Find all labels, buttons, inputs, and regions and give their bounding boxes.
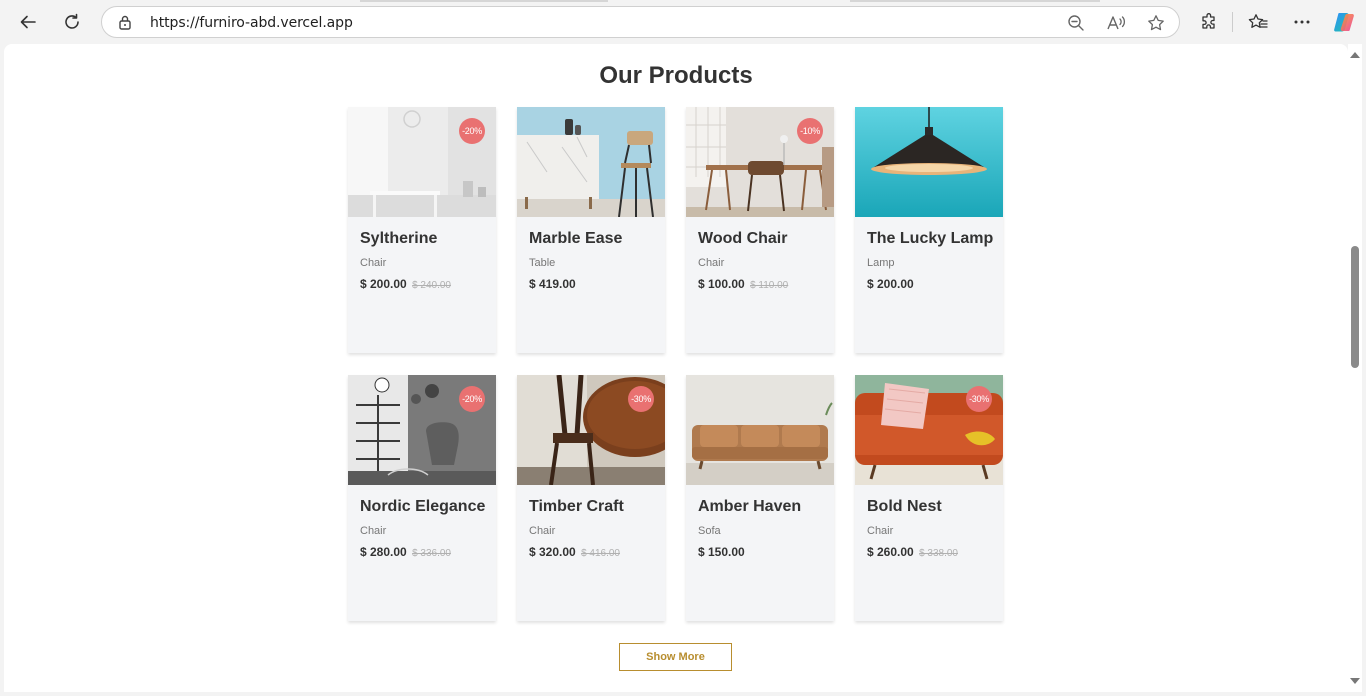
read-aloud-icon[interactable] — [1106, 13, 1126, 33]
product-card[interactable]: Amber Haven Sofa $ 150.00 — [686, 375, 834, 621]
favorites-button[interactable] — [1244, 8, 1272, 36]
product-price: $ 260.00 $ 338.00 — [867, 545, 958, 559]
copilot-icon — [1334, 13, 1354, 32]
tab-strip-edge — [360, 0, 608, 2]
refresh-icon — [65, 13, 79, 29]
product-name[interactable]: Syltherine — [360, 230, 437, 248]
current-price: $ 320.00 — [529, 545, 576, 559]
scroll-down-arrow-icon[interactable] — [1350, 678, 1360, 684]
discount-badge: -10% — [797, 118, 823, 144]
discount-badge: -30% — [628, 386, 654, 412]
current-price: $ 200.00 — [360, 277, 407, 291]
product-category: Table — [529, 257, 556, 269]
current-price: $ 100.00 — [698, 277, 745, 291]
product-price: $ 419.00 — [529, 277, 576, 291]
favorites-list-icon — [1248, 14, 1268, 28]
zoom-out-icon[interactable] — [1066, 13, 1086, 33]
old-price: $ 338.00 — [919, 548, 958, 559]
product-category: Sofa — [698, 525, 721, 537]
current-price: $ 260.00 — [867, 545, 914, 559]
product-name[interactable]: Timber Craft — [529, 498, 624, 516]
product-price: $ 100.00 $ 110.00 — [698, 277, 788, 291]
refresh-button[interactable] — [58, 8, 86, 36]
current-price: $ 200.00 — [867, 277, 914, 291]
product-card[interactable]: The Lucky Lamp Lamp $ 200.00 — [855, 107, 1003, 353]
current-price: $ 419.00 — [529, 277, 576, 291]
product-card[interactable]: -30% Timber Craft Chair $ 320.00 $ 416.0… — [517, 375, 665, 621]
product-card[interactable]: Marble Ease Table $ 419.00 — [517, 107, 665, 353]
product-card[interactable]: -20% Nordic Elegance Chair $ 280.00 $ 33… — [348, 375, 496, 621]
product-image[interactable] — [517, 107, 665, 217]
product-name[interactable]: Amber Haven — [698, 498, 801, 516]
old-price: $ 110.00 — [750, 280, 789, 291]
back-button[interactable] — [14, 8, 42, 36]
product-card[interactable]: -10% Wood Chair Chair $ 100.00 $ 110.00 — [686, 107, 834, 353]
puzzle-icon — [1202, 13, 1215, 29]
product-name[interactable]: Marble Ease — [529, 230, 622, 248]
browser-toolbar: https://furniro-abd.vercel.app — [0, 0, 1366, 44]
product-price: $ 200.00 — [867, 277, 914, 291]
product-price: $ 200.00 $ 240.00 — [360, 277, 451, 291]
url-text[interactable]: https://furniro-abd.vercel.app — [150, 15, 353, 31]
product-category: Chair — [529, 525, 556, 537]
product-image[interactable] — [686, 375, 834, 485]
discount-badge: -20% — [459, 386, 485, 412]
ellipsis-icon — [1294, 20, 1310, 24]
extensions-button[interactable] — [1195, 8, 1223, 36]
old-price: $ 240.00 — [412, 280, 451, 291]
product-card[interactable]: -20% Syltherine Chair $ 200.00 $ 240.00 — [348, 107, 496, 353]
favorite-star-icon[interactable] — [1146, 13, 1166, 33]
product-card[interactable]: -30% Bold Nest Chair $ 260.00 $ 338.00 — [855, 375, 1003, 621]
vertical-scrollbar[interactable] — [1348, 44, 1362, 692]
product-category: Chair — [360, 257, 387, 269]
copilot-button[interactable] — [1330, 8, 1358, 36]
scrollbar-thumb[interactable] — [1351, 246, 1359, 368]
product-name[interactable]: Nordic Elegance — [360, 498, 485, 516]
product-name[interactable]: The Lucky Lamp — [867, 230, 993, 248]
old-price: $ 336.00 — [412, 548, 451, 559]
product-category: Lamp — [867, 257, 895, 269]
old-price: $ 416.00 — [581, 548, 620, 559]
product-price: $ 280.00 $ 336.00 — [360, 545, 451, 559]
toolbar-divider — [1232, 12, 1233, 32]
current-price: $ 280.00 — [360, 545, 407, 559]
show-more-button[interactable]: Show More — [619, 643, 732, 671]
scroll-up-arrow-icon[interactable] — [1350, 52, 1360, 58]
current-price: $ 150.00 — [698, 545, 745, 559]
section-title: Our Products — [599, 62, 753, 89]
product-category: Chair — [698, 257, 725, 269]
product-price: $ 150.00 — [698, 545, 745, 559]
tab-strip-edge — [850, 0, 1100, 2]
product-name[interactable]: Bold Nest — [867, 498, 942, 516]
page-viewport: Our Products -20% Syltherine Chair $ 200… — [4, 44, 1348, 692]
product-name[interactable]: Wood Chair — [698, 230, 787, 248]
back-arrow-icon — [20, 15, 36, 29]
lock-icon[interactable] — [118, 14, 132, 35]
discount-badge: -30% — [966, 386, 992, 412]
product-price: $ 320.00 $ 416.00 — [529, 545, 620, 559]
product-category: Chair — [867, 525, 894, 537]
address-bar[interactable]: https://furniro-abd.vercel.app — [101, 6, 1180, 38]
product-image[interactable] — [855, 107, 1003, 217]
product-category: Chair — [360, 525, 387, 537]
discount-badge: -20% — [459, 118, 485, 144]
more-menu-button[interactable] — [1288, 8, 1316, 36]
